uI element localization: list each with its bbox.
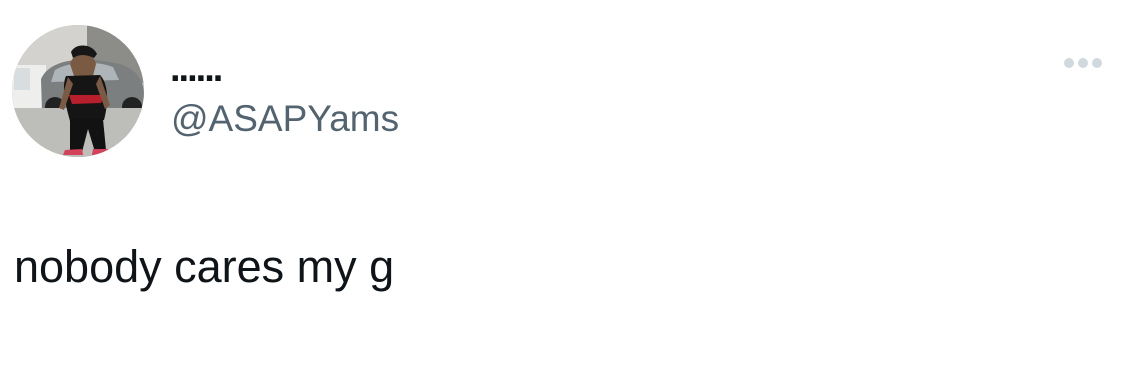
tweet-card: ...... @ASAPYams nobody cares my g xyxy=(0,0,1121,373)
more-horizontal-icon xyxy=(1064,58,1102,68)
author-avatar[interactable] xyxy=(12,25,144,157)
author-handle[interactable]: @ASAPYams xyxy=(171,97,399,141)
avatar-photo-icon xyxy=(12,25,144,157)
more-options-button[interactable] xyxy=(1058,46,1108,80)
tweet-text: nobody cares my g xyxy=(14,241,395,292)
author-display-name[interactable]: ...... xyxy=(170,47,223,91)
